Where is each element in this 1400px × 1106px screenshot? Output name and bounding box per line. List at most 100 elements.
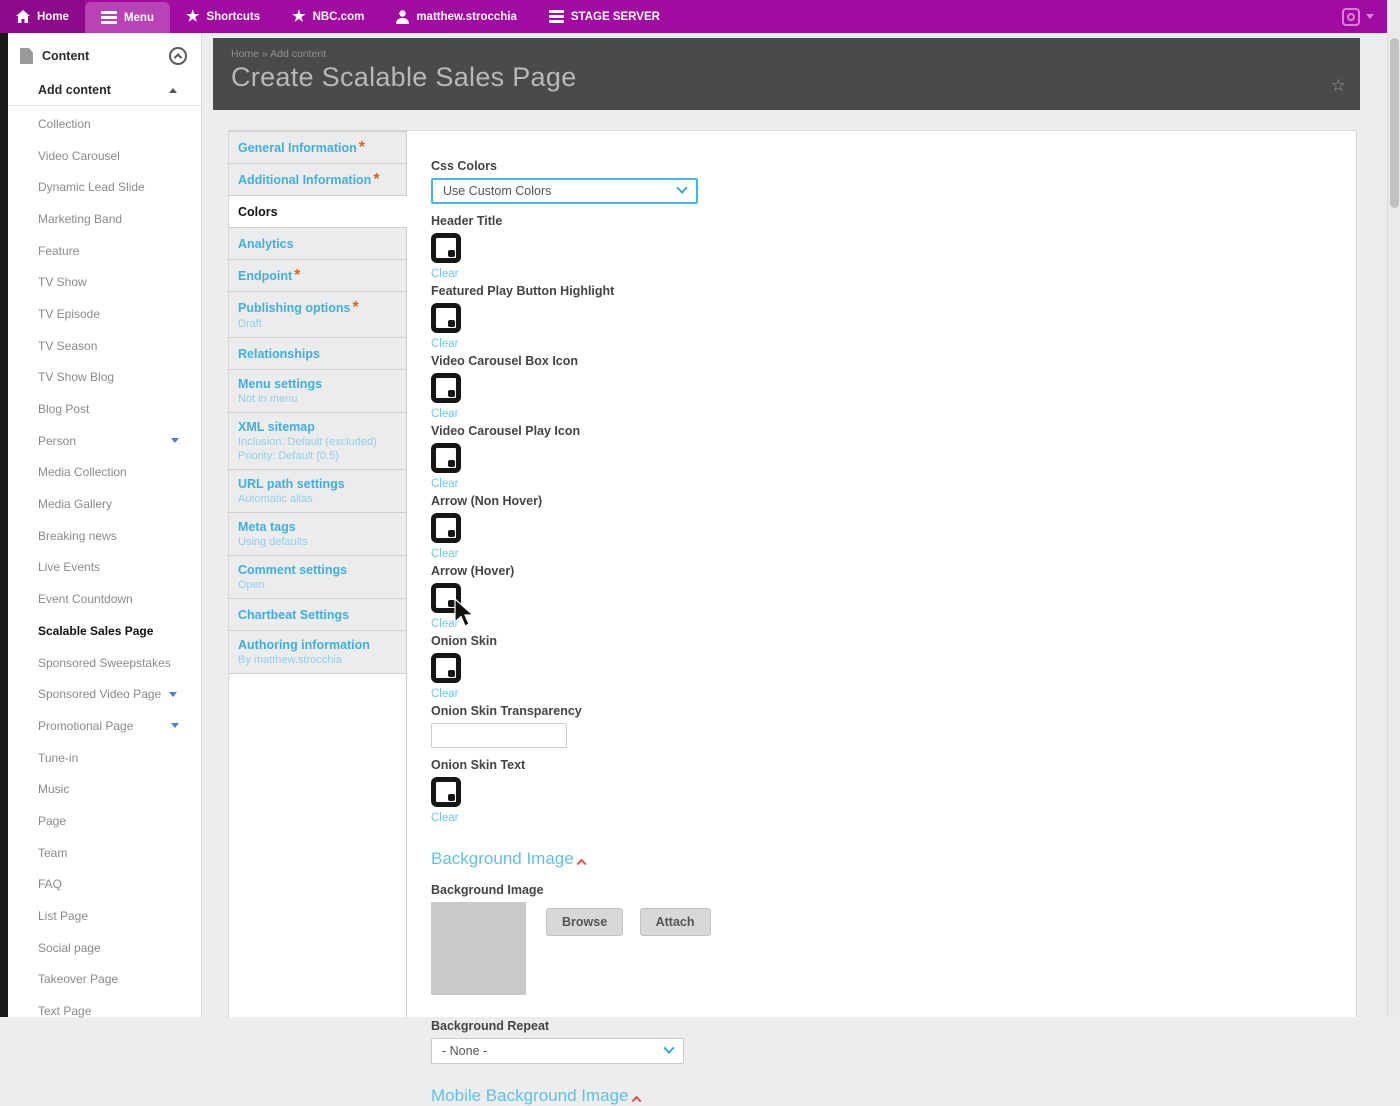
sidebar-item-team[interactable]: Team: [8, 837, 201, 869]
content-sidebar: Content Add content Collection Video Car…: [8, 33, 202, 1017]
tab-chartbeat-settings[interactable]: Chartbeat Settings: [229, 599, 406, 631]
sidebar-item-takeover-page[interactable]: Takeover Page: [8, 964, 201, 996]
sidebar-item-live-events[interactable]: Live Events: [8, 552, 201, 584]
sidebar-item-tv-episode[interactable]: TV Episode: [8, 298, 201, 330]
sidebar-section-add-content[interactable]: Add content: [8, 75, 201, 106]
sidebar-item-page[interactable]: Page: [8, 805, 201, 837]
mobile-background-image-section-toggle[interactable]: Mobile Background Image: [431, 1086, 640, 1106]
toolbar-menu[interactable]: Menu: [85, 2, 170, 33]
color-swatch[interactable]: [431, 303, 461, 333]
sidebar-item-collection[interactable]: Collection: [8, 108, 201, 140]
sidebar-item-blog-post[interactable]: Blog Post: [8, 393, 201, 425]
color-swatch[interactable]: [431, 373, 461, 403]
css-colors-select[interactable]: Use Custom Colors: [431, 178, 698, 204]
caret-down-icon[interactable]: [1366, 14, 1374, 19]
tab-comment-settings[interactable]: Comment settings Open: [229, 556, 406, 599]
sidebar-item-social-page[interactable]: Social page: [8, 932, 201, 964]
color-swatch[interactable]: [431, 513, 461, 543]
tab-url-path-settings[interactable]: URL path settings Automatic alias: [229, 470, 406, 513]
color-swatch[interactable]: [431, 653, 461, 683]
toolbar-home[interactable]: Home: [0, 0, 85, 33]
chevron-down-icon[interactable]: [171, 438, 179, 443]
chevron-down-icon[interactable]: [169, 692, 177, 697]
background-repeat-select[interactable]: - None -: [431, 1038, 684, 1064]
sidebar-content-header[interactable]: Content: [8, 33, 201, 75]
clear-link[interactable]: Clear: [431, 338, 458, 350]
sidebar-item-faq[interactable]: FAQ: [8, 869, 201, 901]
color-field-video-carousel-play-icon: Video Carousel Play Icon Clear: [431, 424, 1356, 493]
sidebar-item-marketing-band[interactable]: Marketing Band: [8, 203, 201, 235]
background-image-preview: [431, 902, 526, 995]
tab-colors[interactable]: Colors: [229, 196, 407, 228]
background-image-section-toggle[interactable]: Background Image: [431, 849, 585, 869]
sidebar-item-music[interactable]: Music: [8, 773, 201, 805]
environment-icon[interactable]: [1342, 8, 1360, 26]
color-swatch[interactable]: [431, 233, 461, 263]
toolbar-shortcuts-label: Shortcuts: [206, 11, 260, 23]
color-swatch[interactable]: [431, 777, 461, 807]
sidebar-item-feature[interactable]: Feature: [8, 235, 201, 267]
tab-summary: Open: [238, 578, 396, 592]
sidebar-item-person[interactable]: Person: [8, 425, 201, 457]
tab-additional-information[interactable]: Additional Information*: [229, 164, 406, 196]
tab-relationships[interactable]: Relationships: [229, 338, 406, 370]
sidebar-item-list-page[interactable]: List Page: [8, 900, 201, 932]
sidebar-item-sponsored-sweepstakes[interactable]: Sponsored Sweepstakes: [8, 647, 201, 679]
server-icon: [549, 10, 564, 23]
tab-menu-settings[interactable]: Menu settings Not in menu: [229, 370, 406, 413]
chevron-up-icon: [576, 858, 586, 868]
color-swatch[interactable]: [431, 583, 461, 613]
clear-link[interactable]: Clear: [431, 688, 458, 700]
sidebar-item-breaking-news[interactable]: Breaking news: [8, 520, 201, 552]
css-colors-selected-value: Use Custom Colors: [443, 184, 551, 198]
home-icon: [16, 10, 30, 23]
color-field-onion-skin: Onion Skin Clear: [431, 634, 1356, 703]
tab-endpoint[interactable]: Endpoint*: [229, 260, 406, 292]
color-swatch[interactable]: [431, 443, 461, 473]
sidebar-item-event-countdown[interactable]: Event Countdown: [8, 583, 201, 615]
clear-link[interactable]: Clear: [431, 548, 458, 560]
sidebar-item-text-page[interactable]: Text Page: [8, 995, 201, 1027]
tab-general-information[interactable]: General Information*: [229, 131, 406, 164]
sidebar-item-sponsored-video-page[interactable]: Sponsored Video Page: [8, 678, 201, 710]
collapse-circle-icon[interactable]: [169, 47, 187, 65]
tab-publishing-options[interactable]: Publishing options* Draft: [229, 292, 406, 338]
sidebar-item-promotional-page[interactable]: Promotional Page: [8, 710, 201, 742]
window-scrollbar[interactable]: [1387, 0, 1400, 1017]
sidebar-item-media-gallery[interactable]: Media Gallery: [8, 488, 201, 520]
tab-analytics[interactable]: Analytics: [229, 228, 406, 260]
color-field-header-title: Header Title Clear: [431, 214, 1356, 283]
scrollbar-thumb[interactable]: [1390, 38, 1399, 208]
tab-authoring-information[interactable]: Authoring information By matthew.strocch…: [229, 631, 406, 674]
sidebar-title: Content: [42, 49, 89, 63]
background-repeat-selected-value: - None -: [442, 1044, 487, 1058]
clear-link[interactable]: Clear: [431, 478, 458, 490]
sidebar-item-dynamic-lead-slide[interactable]: Dynamic Lead Slide: [8, 171, 201, 203]
onion-skin-transparency-field: Onion Skin Transparency: [431, 704, 1356, 748]
browse-button[interactable]: Browse: [546, 908, 623, 936]
tab-summary: Inclusion: Default (excluded): [238, 435, 396, 449]
sidebar-item-tv-show-blog[interactable]: TV Show Blog: [8, 362, 201, 394]
sidebar-item-tv-show[interactable]: TV Show: [8, 266, 201, 298]
sidebar-item-scalable-sales-page[interactable]: Scalable Sales Page: [8, 615, 201, 647]
attach-button[interactable]: Attach: [640, 908, 711, 936]
toolbar-nbc[interactable]: ★ NBC.com: [276, 0, 380, 33]
chevron-down-icon[interactable]: [171, 723, 179, 728]
toolbar-stage-server[interactable]: STAGE SERVER: [533, 0, 676, 33]
sidebar-item-video-carousel[interactable]: Video Carousel: [8, 140, 201, 172]
left-edge-strip: [0, 33, 8, 1017]
favorite-star-icon[interactable]: ☆: [1331, 76, 1346, 96]
clear-link[interactable]: Clear: [431, 618, 458, 630]
clear-link[interactable]: Clear: [431, 408, 458, 420]
tab-meta-tags[interactable]: Meta tags Using defaults: [229, 513, 406, 556]
onion-skin-transparency-input[interactable]: [431, 723, 567, 748]
clear-link[interactable]: Clear: [431, 268, 458, 280]
toolbar-user[interactable]: matthew.strocchia: [380, 0, 533, 33]
tab-xml-sitemap[interactable]: XML sitemap Inclusion: Default (excluded…: [229, 413, 406, 470]
sidebar-item-media-collection[interactable]: Media Collection: [8, 457, 201, 489]
toolbar-shortcuts[interactable]: ★ Shortcuts: [170, 0, 276, 33]
sidebar-item-tune-in[interactable]: Tune-in: [8, 742, 201, 774]
clear-link[interactable]: Clear: [431, 812, 458, 824]
breadcrumb[interactable]: Home » Add content: [231, 48, 1336, 60]
sidebar-item-tv-season[interactable]: TV Season: [8, 330, 201, 362]
